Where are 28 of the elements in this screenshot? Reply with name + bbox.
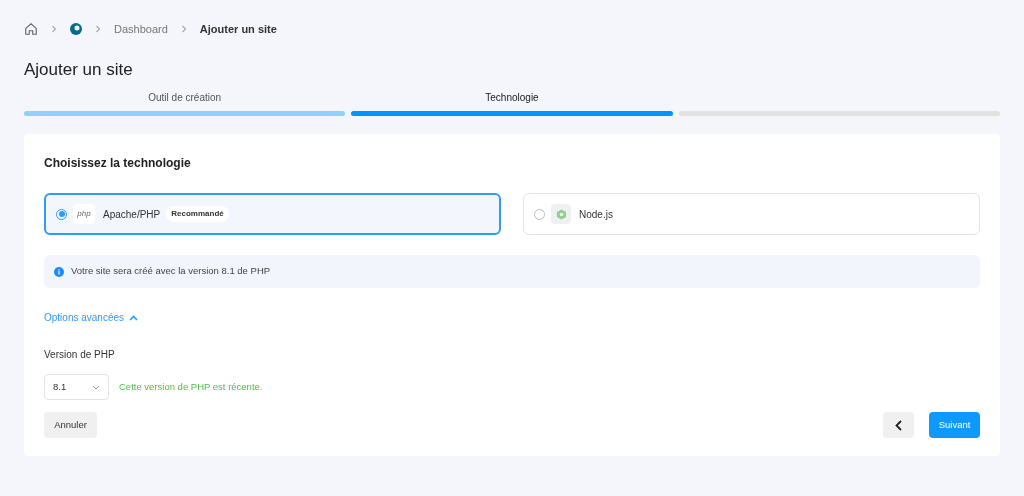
option-label: Node.js	[579, 207, 613, 222]
section-heading: Choisissez la technologie	[44, 155, 192, 172]
info-icon	[54, 266, 64, 277]
chevron-up-icon	[129, 314, 139, 321]
version-note: Cette version de PHP est récente.	[119, 379, 263, 394]
chevron-right-icon	[50, 25, 58, 33]
chevron-left-icon	[895, 419, 902, 431]
step-label: Outil de création	[148, 91, 222, 105]
version-select[interactable]: 8.1	[44, 374, 109, 400]
cancel-button[interactable]: Annuler	[44, 412, 97, 438]
home-icon[interactable]	[24, 22, 38, 36]
technology-option[interactable]: Node.js	[523, 193, 980, 235]
info-text: Votre site sera créé avec la version 8.1 de PHP	[71, 264, 271, 279]
php-logo: php	[73, 204, 95, 224]
option-label: Apache/PHP	[103, 207, 161, 222]
recommended-badge: Recommandé	[166, 206, 229, 222]
page-title: Ajouter un site	[24, 59, 134, 81]
back-button[interactable]	[883, 412, 914, 438]
chevron-right-icon	[179, 25, 188, 33]
breadcrumb-link[interactable]: Dashboard	[114, 20, 168, 38]
chevron-down-icon	[92, 384, 100, 390]
step-label: Technologie	[485, 91, 539, 105]
chevron-right-icon	[94, 25, 102, 33]
logo-icon[interactable]	[70, 23, 82, 35]
field-label: Version de PHP	[44, 348, 116, 362]
technology-option[interactable]: php Apache/PHP Recommandé	[44, 193, 501, 235]
breadcrumb-current: Ajouter un site	[199, 21, 277, 37]
node-logo-icon	[551, 204, 571, 224]
